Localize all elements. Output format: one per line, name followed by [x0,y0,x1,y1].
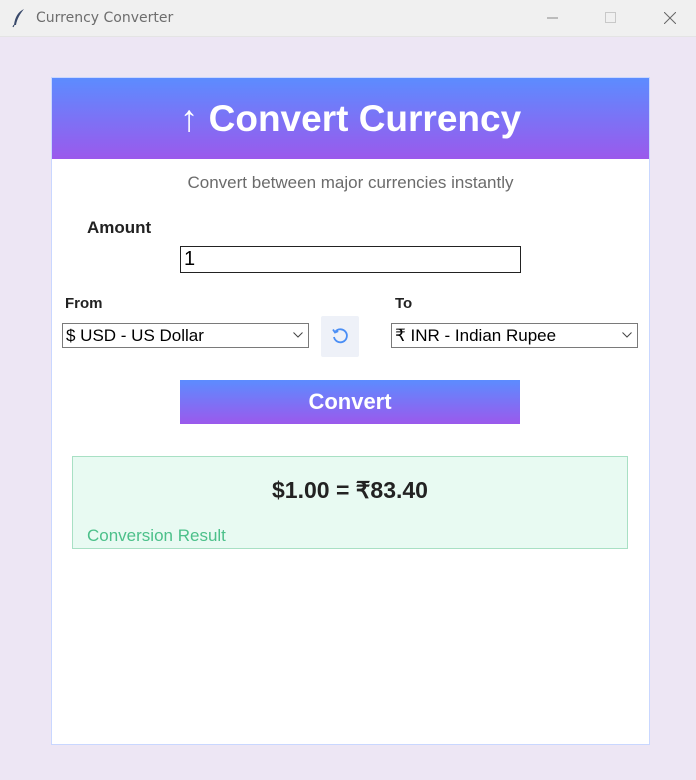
close-icon [664,12,676,24]
to-currency-value: ₹ INR - Indian Rupee [395,326,557,345]
maximize-button[interactable] [588,0,634,36]
page-title: ↑ Convert Currency [179,97,522,139]
swap-currencies-button[interactable] [321,316,359,357]
feather-icon [11,8,27,28]
title-bar: Currency Converter [0,0,696,37]
close-button[interactable] [647,0,693,36]
conversion-result-label: Conversion Result [87,526,226,545]
amount-label: Amount [87,218,152,237]
to-label: To [395,295,413,312]
result-panel: $1.00 = ₹83.40 Conversion Result [72,456,628,549]
from-currency-select[interactable]: $ USD - US Dollar [62,323,309,348]
converter-card: ↑ Convert Currency Convert between major… [51,77,650,745]
from-currency-value: $ USD - US Dollar [66,326,204,345]
swap-icon [332,328,348,344]
conversion-result-value: $1.00 = ₹83.40 [272,477,428,503]
from-label: From [65,295,103,312]
chevron-down-icon [622,332,632,338]
minimize-icon [547,17,558,19]
chevron-down-icon [293,332,303,338]
to-currency-select[interactable]: ₹ INR - Indian Rupee [391,323,638,348]
amount-input[interactable] [180,246,521,273]
header-banner: ↑ Convert Currency [52,78,649,159]
window-title: Currency Converter [36,10,174,26]
convert-button[interactable]: Convert [180,380,520,424]
maximize-icon [605,12,616,23]
minimize-button[interactable] [530,0,576,36]
subtitle: Convert between major currencies instant… [187,173,514,192]
